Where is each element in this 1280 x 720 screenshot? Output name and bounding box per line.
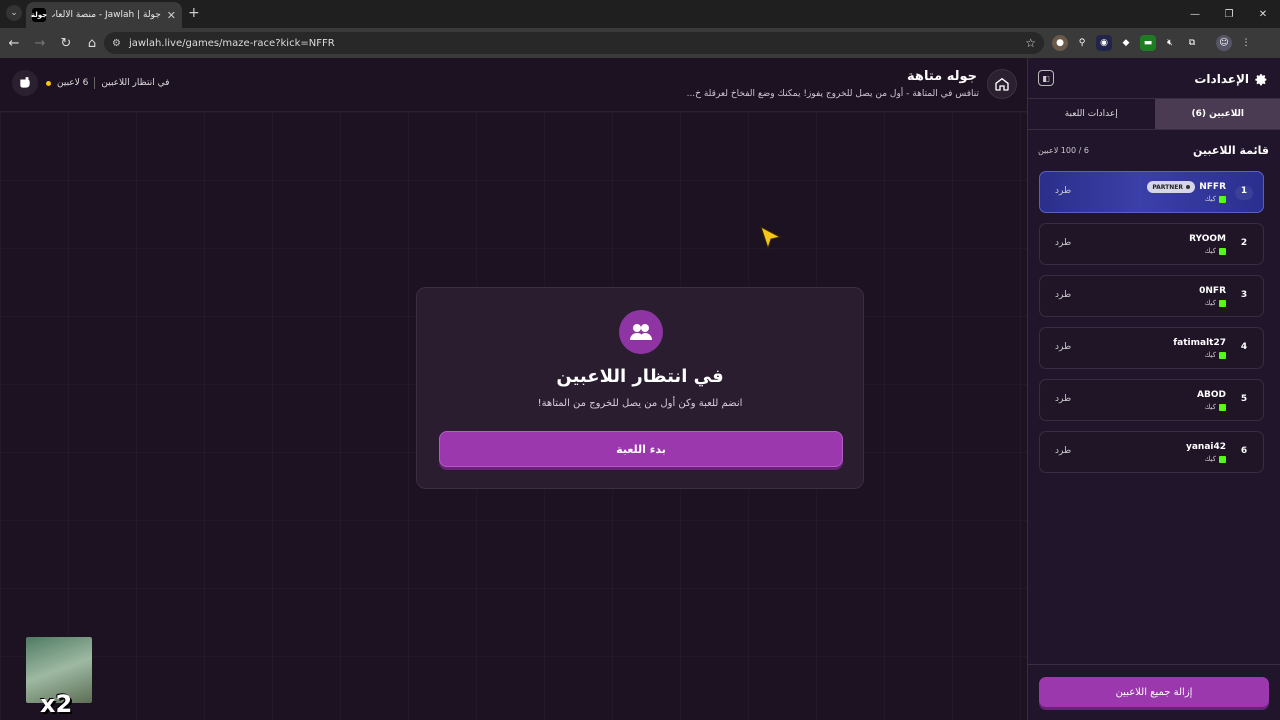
game-page: جوله متاهة تنافس في المتاهة - أول من يصل… <box>0 58 1280 720</box>
player-name: RYOOM <box>1189 234 1226 244</box>
kick-icon <box>1219 247 1226 255</box>
users-icon <box>619 310 663 354</box>
game-status: في انتظار اللاعبين 6 لاعبين <box>12 70 169 96</box>
forward-button[interactable]: → <box>28 31 52 55</box>
game-title: جوله متاهة <box>907 69 977 84</box>
tab-favicon: جولة <box>31 8 47 22</box>
kick-icon <box>1219 351 1226 359</box>
browser-tab-bar: ⌄ جولة جولة | Jawlah - منصة الألعاب الت.… <box>0 0 1280 28</box>
settings-sidebar: ◧ الإعدادات إعدادات اللعبة اللاعبين (6) … <box>1027 58 1280 720</box>
kick-icon <box>1219 403 1226 411</box>
browser-toolbar: ← → ↻ ⌂ ⚙ jawlah.live/games/maze-race?ki… <box>0 28 1280 58</box>
profile-avatar[interactable]: ☺ <box>1216 35 1232 51</box>
jawlah-logo-icon <box>12 70 38 96</box>
bookmark-star-icon[interactable]: ☆ <box>1025 36 1036 50</box>
player-name: 0NFR <box>1199 286 1226 296</box>
player-count-text: 6 لاعبين <box>57 78 89 88</box>
back-button[interactable]: ← <box>2 31 26 55</box>
home-nav-button[interactable] <box>987 69 1017 99</box>
player-platform: كيك <box>1205 247 1226 255</box>
extensions-puzzle-icon[interactable]: ⧉ <box>1184 35 1200 51</box>
new-tab-button[interactable]: + <box>188 5 200 21</box>
extension-icon[interactable]: ▬ <box>1140 35 1156 51</box>
player-row: 5 ABOD كيك طرد <box>1039 379 1264 421</box>
players-list-count: 6 / 100 لاعبين <box>1038 146 1089 155</box>
multiplier-overlay-text: x2 <box>40 690 73 718</box>
player-name: ABOD <box>1197 390 1226 400</box>
waiting-title: في انتظار اللاعبين <box>556 366 724 387</box>
home-button[interactable]: ⌂ <box>80 31 104 55</box>
kick-button[interactable]: طرد <box>1055 446 1071 456</box>
kick-button[interactable]: طرد <box>1055 290 1071 300</box>
player-name: yanai42 <box>1185 442 1226 452</box>
kick-button[interactable]: طرد <box>1055 394 1071 404</box>
partner-dot-icon <box>1186 185 1190 189</box>
players-list-title: قائمة اللاعبين <box>1193 144 1269 157</box>
waiting-subtitle: انضم للعبة وكن أول من يصل للخروج من المت… <box>537 398 743 409</box>
player-row: 3 0NFR كيك طرد <box>1039 275 1264 317</box>
player-row: 1 NFFR كيك PARTNER طرد <box>1039 171 1264 213</box>
player-rank: 4 <box>1240 342 1248 352</box>
sidebar-tabs: إعدادات اللعبة اللاعبين (6) <box>1028 98 1280 130</box>
player-rank: 5 <box>1240 394 1248 404</box>
player-name: NFFR <box>1199 182 1226 192</box>
player-rank: 3 <box>1240 290 1248 300</box>
kick-icon <box>1219 195 1226 203</box>
player-rank: 6 <box>1240 446 1248 456</box>
home-icon <box>995 77 1009 91</box>
player-rank: 1 <box>1235 186 1253 200</box>
tab-players[interactable]: اللاعبين (6) <box>1154 99 1280 129</box>
extension-icon[interactable]: ● <box>1052 35 1068 51</box>
address-bar[interactable]: ⚙ jawlah.live/games/maze-race?kick=NFFR … <box>104 32 1044 54</box>
waiting-card: في انتظار اللاعبين انضم للعبة وكن أول من… <box>416 287 864 489</box>
kick-button[interactable]: طرد <box>1055 186 1071 196</box>
settings-title-text: الإعدادات <box>1194 72 1249 86</box>
kick-button[interactable]: طرد <box>1055 238 1071 248</box>
minimize-button[interactable]: — <box>1178 0 1212 28</box>
player-platform: كيك <box>1205 403 1226 411</box>
player-platform: كيك <box>1205 299 1226 307</box>
reload-button[interactable]: ↻ <box>54 31 78 55</box>
tab-search-button[interactable]: ⌄ <box>6 5 22 21</box>
player-row: 4 fatimalt27 كيك طرد <box>1039 327 1264 369</box>
player-row: 2 RYOOM كيك طرد <box>1039 223 1264 265</box>
player-platform: كيك <box>1205 455 1226 463</box>
gear-icon <box>1255 73 1267 85</box>
menu-kebab-icon[interactable]: ⋮ <box>1238 35 1254 51</box>
partner-badge: PARTNER <box>1147 181 1195 193</box>
game-description: تنافس في المتاهة - أول من يصل للخروج يفو… <box>686 89 979 99</box>
status-waiting-text: في انتظار اللاعبين <box>101 78 170 88</box>
extension-icon[interactable]: ◉ <box>1096 35 1112 51</box>
extension-icon[interactable]: ⚲ <box>1074 35 1090 51</box>
kick-icon <box>1219 455 1226 463</box>
remove-all-players-button[interactable]: إزالة جميع اللاعبين <box>1039 677 1269 707</box>
url-text: jawlah.live/games/maze-race?kick=NFFR <box>128 37 335 49</box>
start-game-button[interactable]: بدء اللعبة <box>439 431 843 467</box>
kick-icon <box>1219 299 1226 307</box>
tab-title: جولة | Jawlah - منصة الألعاب الت... <box>52 10 161 20</box>
kick-button[interactable]: طرد <box>1055 342 1071 352</box>
player-rank: 2 <box>1240 238 1248 248</box>
player-platform: كيك <box>1205 351 1226 359</box>
status-dot-icon <box>46 80 51 86</box>
mute-icon[interactable]: 🔇︎ <box>1162 35 1178 51</box>
tab-close-icon[interactable]: ✕ <box>167 9 176 22</box>
settings-title: الإعدادات <box>1194 72 1268 86</box>
mouse-cursor-icon <box>760 226 782 250</box>
browser-tab[interactable]: جولة جولة | Jawlah - منصة الألعاب الت...… <box>26 2 182 28</box>
player-platform: كيك <box>1205 195 1226 203</box>
extension-icon[interactable]: ◆ <box>1118 35 1134 51</box>
restore-button[interactable]: ❐ <box>1212 0 1246 28</box>
site-info-icon[interactable]: ⚙ <box>112 38 121 49</box>
player-name: fatimalt27 <box>1173 338 1226 348</box>
sidebar-footer: إزالة جميع اللاعبين <box>1028 664 1280 720</box>
window-close-button[interactable]: ✕ <box>1246 0 1280 28</box>
tab-game-settings[interactable]: إعدادات اللعبة <box>1028 99 1155 129</box>
player-row: 6 yanai42 كيك طرد <box>1039 431 1264 473</box>
game-header: جوله متاهة تنافس في المتاهة - أول من يصل… <box>0 58 1027 112</box>
status-separator <box>94 77 96 89</box>
collapse-sidebar-icon[interactable]: ◧ <box>1038 70 1054 86</box>
